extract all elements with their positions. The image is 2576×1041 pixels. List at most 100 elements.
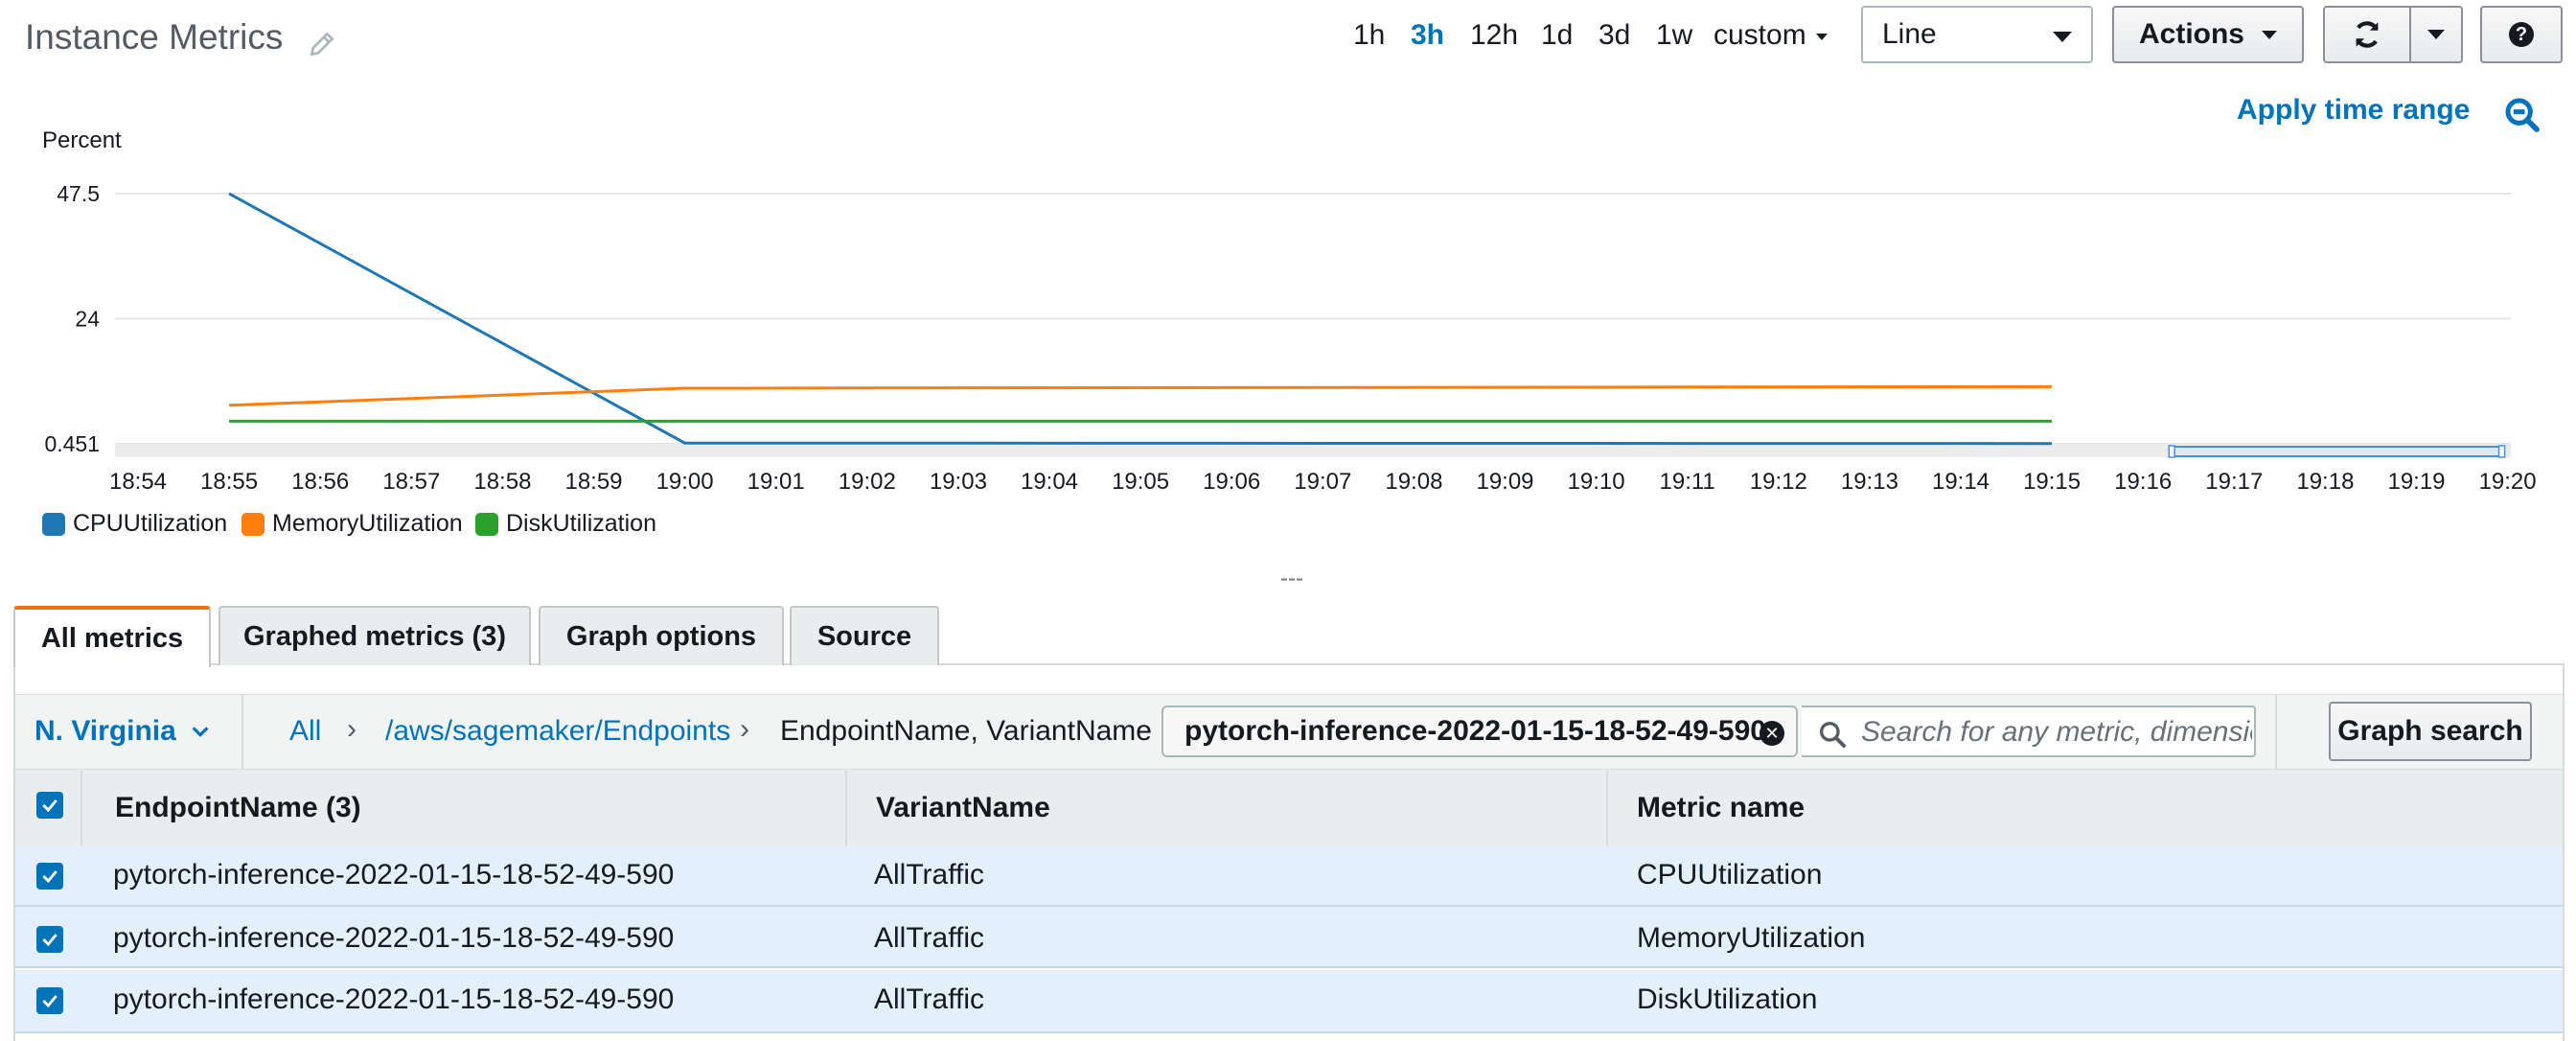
- column-divider: [1606, 771, 1608, 845]
- x-tick-label: 19:10: [1568, 469, 1625, 495]
- x-tick-label: 19:07: [1294, 469, 1351, 495]
- brush-handle-left[interactable]: [2168, 445, 2175, 458]
- x-tick-label: 19:04: [1021, 469, 1078, 495]
- x-tick-label: 19:12: [1750, 469, 1807, 495]
- custom-range-label: custom: [1714, 19, 1806, 51]
- range-1d[interactable]: 1d: [1541, 19, 1573, 52]
- actions-button[interactable]: Actions: [2112, 6, 2304, 63]
- column-header-variant[interactable]: VariantName: [876, 792, 1050, 824]
- x-tick-label: 19:02: [839, 469, 896, 495]
- chevron-right-icon: ›: [347, 713, 356, 745]
- tab-all-metrics[interactable]: All metrics: [13, 606, 211, 667]
- range-1h[interactable]: 1h: [1353, 19, 1385, 52]
- range-1w[interactable]: 1w: [1656, 19, 1692, 52]
- y-axis-label: Percent: [42, 127, 122, 153]
- range-3h[interactable]: 3h: [1411, 19, 1444, 52]
- cell-metric: DiskUtilization: [1637, 983, 1818, 1015]
- panel-resize-handle[interactable]: ---: [1280, 566, 1303, 592]
- page-title: Instance Metrics: [25, 17, 284, 57]
- metric-search-input[interactable]: [1859, 709, 2254, 755]
- cell-variant: AllTraffic: [874, 859, 985, 891]
- legend-item-memory[interactable]: MemoryUtilization: [242, 510, 463, 538]
- y-axis: Percent 47.5 24 0.451: [42, 127, 122, 456]
- brush-range[interactable]: [2171, 446, 2503, 457]
- chart-grid: [115, 193, 2511, 457]
- x-tick-label: 19:00: [656, 469, 714, 495]
- cell-endpoint: pytorch-inference-2022-01-15-18-52-49-59…: [113, 983, 675, 1015]
- refresh-button[interactable]: [2323, 6, 2411, 63]
- caret-down-icon: [2053, 32, 2072, 42]
- row-checkbox[interactable]: [36, 987, 63, 1014]
- brush-handle-right[interactable]: [2497, 445, 2506, 458]
- metrics-line-chart[interactable]: Percent47.5240.451 18:54 18:55 18:56 18:57 1…: [0, 125, 2576, 508]
- x-tick-label: 18:57: [382, 469, 440, 495]
- x-tick-label: 19:19: [2387, 469, 2445, 495]
- range-12h[interactable]: 12h: [1470, 19, 1518, 52]
- graph-type-select[interactable]: Line: [1861, 6, 2093, 63]
- y-tick-label: 24: [75, 306, 100, 331]
- y-tick-label: 0.451: [44, 431, 100, 456]
- x-tick-label: 18:55: [200, 469, 258, 495]
- x-tick-label: 19:05: [1112, 469, 1169, 495]
- series-line-MemoryUtilization: [229, 384, 2053, 407]
- check-icon: [42, 995, 58, 1008]
- column-divider: [845, 771, 847, 845]
- range-3d[interactable]: 3d: [1598, 19, 1630, 52]
- refresh-interval-dropdown[interactable]: [2409, 6, 2463, 63]
- custom-range-dropdown[interactable]: custom: [1714, 19, 1828, 52]
- row-checkbox[interactable]: [36, 863, 63, 890]
- cell-variant: AllTraffic: [874, 922, 985, 954]
- check-icon: [42, 870, 58, 884]
- legend-item-disk[interactable]: DiskUtilization: [475, 510, 656, 538]
- legend-swatch: [242, 512, 264, 536]
- actions-label: Actions: [2138, 18, 2244, 50]
- chevron-right-icon: ›: [740, 713, 749, 745]
- x-tick-label: 19:09: [1476, 469, 1533, 495]
- help-button[interactable]: ?: [2480, 6, 2563, 63]
- cell-metric: CPUUtilization: [1637, 859, 1823, 891]
- x-axis-band: [115, 444, 2511, 457]
- region-selector[interactable]: N. Virginia: [34, 715, 211, 748]
- tab-graph-options[interactable]: Graph options: [539, 606, 784, 665]
- x-tick-label: 19:08: [1385, 469, 1442, 495]
- cell-endpoint: pytorch-inference-2022-01-15-18-52-49-59…: [113, 859, 675, 891]
- graph-type-value: Line: [1882, 18, 1937, 50]
- caret-down-icon: [2427, 30, 2445, 39]
- row-checkbox[interactable]: [36, 926, 63, 953]
- column-header-metric[interactable]: Metric name: [1637, 792, 1805, 824]
- x-tick-label: 18:59: [564, 469, 622, 495]
- graph-search-button[interactable]: Graph search: [2329, 702, 2532, 761]
- caret-down-icon: [2262, 30, 2277, 39]
- select-all-checkbox[interactable]: [36, 792, 63, 819]
- x-axis: 18:54 18:55 18:56 18:57 18:58 18:59 19:00 19:01…: [109, 469, 2537, 495]
- legend-item-cpu[interactable]: CPUUtilization: [42, 510, 227, 538]
- caret-down-icon: [1815, 33, 1828, 40]
- x-tick-label: 19:01: [748, 469, 805, 495]
- x-tick-label: 19:18: [2296, 469, 2354, 495]
- search-filter-token: pytorch-inference-2022-01-15-18-52-49-59…: [1162, 706, 1798, 757]
- pencil-edit-icon[interactable]: [307, 29, 337, 59]
- breadcrumb-all[interactable]: All: [289, 715, 321, 748]
- legend-label: CPUUtilization: [73, 510, 228, 537]
- x-tick-label: 19:16: [2114, 469, 2172, 495]
- x-tick-label: 19:17: [2205, 469, 2263, 495]
- legend-swatch: [42, 512, 65, 536]
- y-tick-label: 47.5: [57, 181, 100, 206]
- x-tick-label: 18:56: [291, 469, 349, 495]
- tab-graphed-metrics[interactable]: Graphed metrics (3): [218, 606, 531, 665]
- refresh-icon: [2356, 21, 2379, 48]
- x-tick-label: 19:15: [2023, 469, 2081, 495]
- x-tick-label: 19:20: [2479, 469, 2537, 495]
- region-label: N. Virginia: [34, 715, 176, 747]
- remove-token-icon[interactable]: ✕: [1760, 721, 1784, 746]
- x-tick-label: 19:14: [1932, 469, 1990, 495]
- column-header-endpoint[interactable]: EndpointName (3): [115, 792, 361, 824]
- time-brush-selector[interactable]: [2168, 445, 2506, 458]
- help-icon: ?: [2509, 22, 2534, 47]
- apply-time-range-link[interactable]: Apply time range: [2237, 94, 2470, 127]
- legend-label: DiskUtilization: [506, 510, 656, 537]
- breadcrumb-namespace[interactable]: /aws/sagemaker/Endpoints: [385, 715, 730, 748]
- tab-source[interactable]: Source: [790, 606, 939, 665]
- check-icon: [42, 934, 58, 947]
- cell-endpoint: pytorch-inference-2022-01-15-18-52-49-59…: [113, 922, 675, 954]
